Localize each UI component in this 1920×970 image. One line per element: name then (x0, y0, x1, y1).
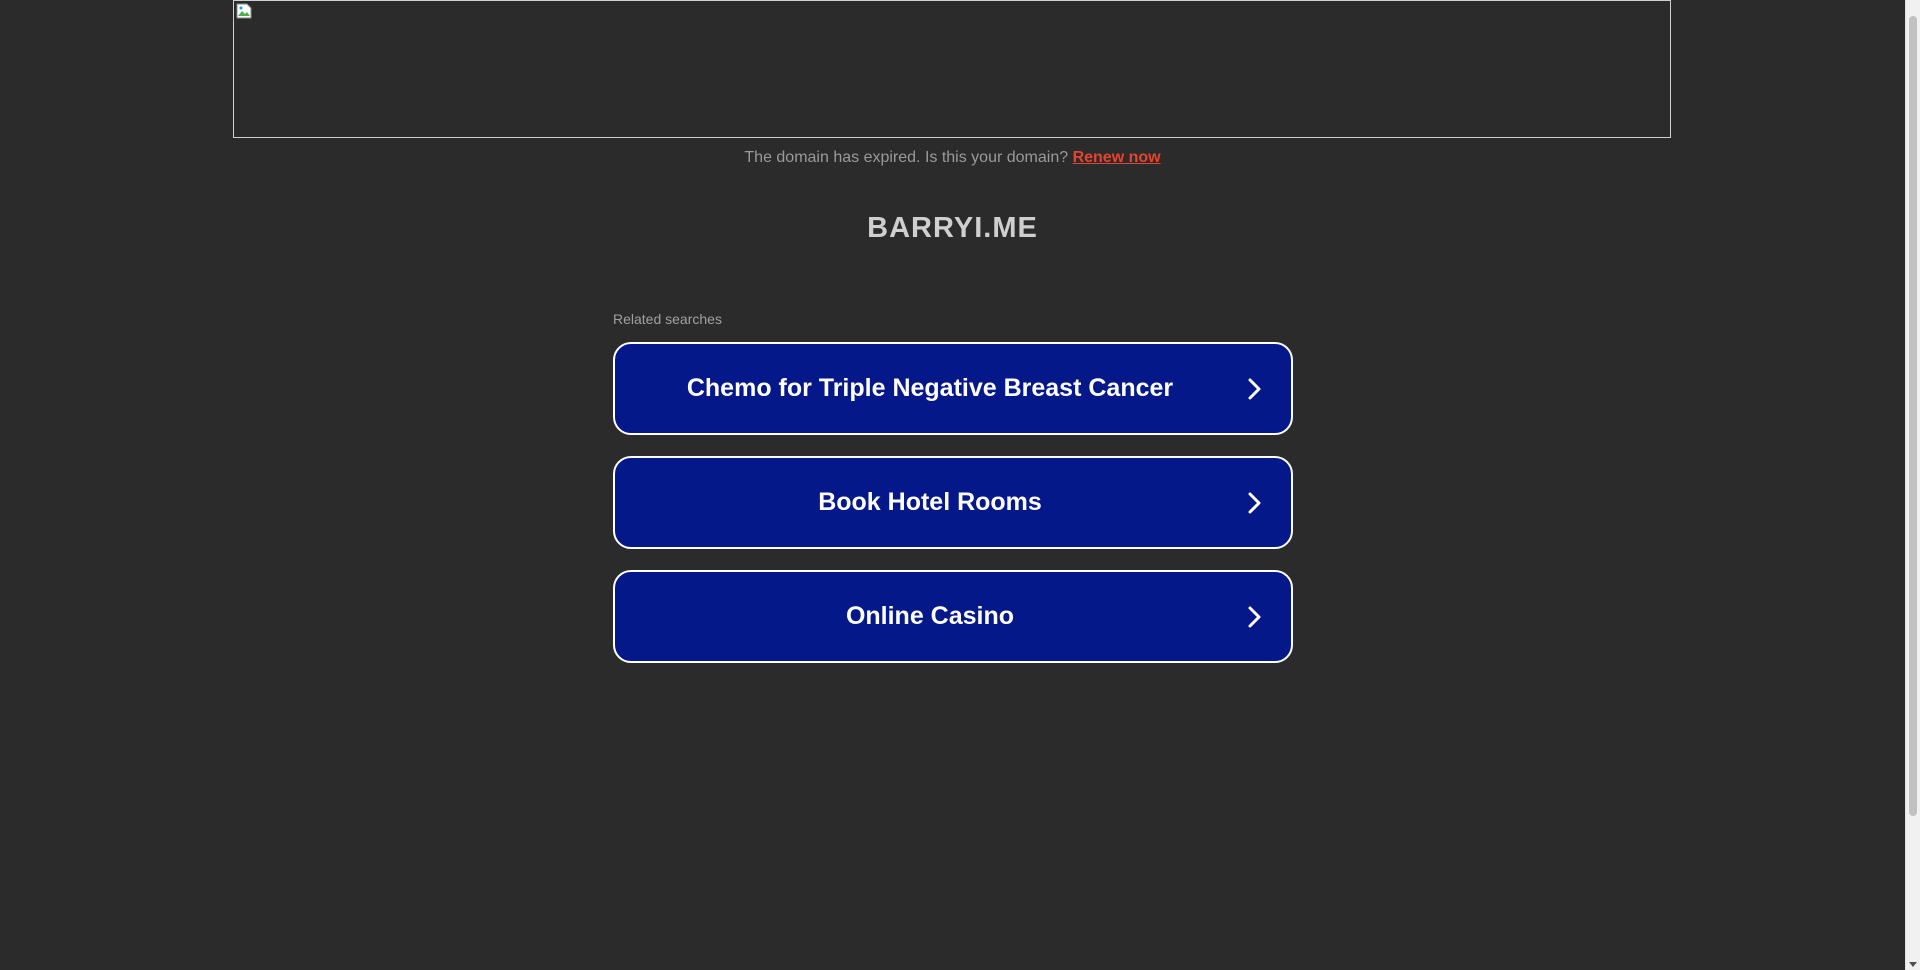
related-search-item-label: Online Casino (845, 602, 1015, 630)
chevron-right-icon (1248, 378, 1261, 400)
chevron-right-icon (1248, 492, 1261, 514)
expired-notice-text: The domain has expired. Is this your dom… (744, 149, 1069, 166)
related-search-item-hotel[interactable]: Book Hotel Rooms (613, 456, 1293, 549)
domain-title: BARRYI.ME (867, 212, 1038, 244)
expired-notice: The domain has expired. Is this your dom… (0, 149, 1905, 167)
broken-image-icon (236, 3, 252, 19)
scrollbar-thumb[interactable] (1909, 16, 1917, 816)
renew-now-link[interactable]: Renew now (1073, 149, 1161, 166)
banner-image[interactable] (233, 0, 1671, 138)
page: The domain has expired. Is this your dom… (0, 0, 1920, 970)
related-search-item-casino[interactable]: Online Casino (613, 570, 1293, 663)
vertical-scrollbar[interactable] (1905, 0, 1920, 970)
related-search-item-label: Book Hotel Rooms (818, 488, 1042, 516)
related-searches-list: Chemo for Triple Negative Breast Cancer … (613, 342, 1293, 684)
chevron-right-icon (1248, 606, 1261, 628)
related-search-item-chemo[interactable]: Chemo for Triple Negative Breast Cancer (613, 342, 1293, 435)
related-searches-label: Related searches (613, 311, 722, 327)
scroll-down-arrow-icon[interactable] (1909, 962, 1917, 967)
related-search-item-label: Chemo for Triple Negative Breast Cancer (686, 374, 1174, 402)
